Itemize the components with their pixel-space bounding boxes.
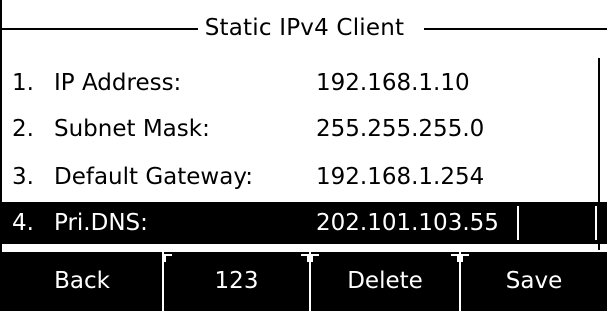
softkey-corner bbox=[301, 254, 309, 262]
field-number: 4. bbox=[12, 210, 34, 236]
field-row-ip-address[interactable]: 1. IP Address: 192.168.1.10 bbox=[2, 62, 607, 104]
screen-header: Static IPv4 Client bbox=[2, 12, 607, 44]
field-row-subnet-mask[interactable]: 2. Subnet Mask: 255.255.255.0 bbox=[2, 108, 607, 150]
header-rule-right bbox=[424, 28, 607, 30]
pri-dns-input[interactable]: 202.101.103.55 bbox=[316, 202, 499, 244]
softkey-corner bbox=[451, 254, 459, 262]
field-number: 1. bbox=[12, 70, 34, 96]
field-end-marker bbox=[595, 206, 597, 240]
ip-address-input[interactable]: 192.168.1.10 bbox=[316, 62, 470, 104]
default-gateway-input[interactable]: 192.168.1.254 bbox=[316, 156, 484, 198]
field-label: IP Address: bbox=[54, 70, 182, 96]
scrollbar-thumb[interactable] bbox=[600, 58, 606, 194]
back-button[interactable]: Back bbox=[2, 252, 162, 311]
text-cursor bbox=[517, 206, 519, 240]
field-label: Default Gateway: bbox=[54, 164, 254, 190]
delete-button[interactable]: Delete bbox=[311, 252, 459, 311]
field-label: Pri.DNS: bbox=[54, 210, 148, 236]
input-mode-button[interactable]: 123 bbox=[164, 252, 309, 311]
field-number: 3. bbox=[12, 164, 34, 190]
phone-screen: Static IPv4 Client 1. IP Address: 192.16… bbox=[0, 0, 607, 311]
subnet-mask-input[interactable]: 255.255.255.0 bbox=[316, 108, 484, 150]
scrollbar[interactable] bbox=[598, 58, 606, 250]
field-row-pri-dns[interactable]: 4. Pri.DNS: 202.101.103.55 bbox=[2, 202, 607, 244]
field-number: 2. bbox=[12, 116, 34, 142]
field-row-default-gateway[interactable]: 3. Default Gateway: 192.168.1.254 bbox=[2, 156, 607, 198]
save-button[interactable]: Save bbox=[461, 252, 607, 311]
field-label: Subnet Mask: bbox=[54, 116, 210, 142]
softkey-bar: Back 123 Delete Save bbox=[2, 252, 607, 311]
